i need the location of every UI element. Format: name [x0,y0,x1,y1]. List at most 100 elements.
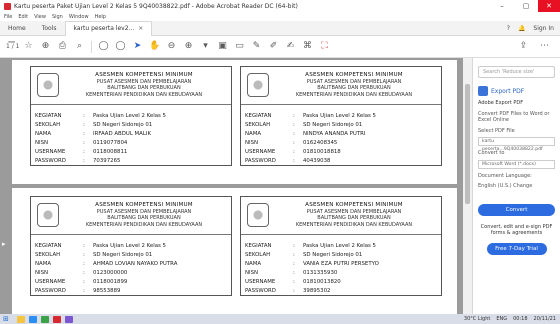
scrollbar-thumb[interactable] [465,84,470,204]
tools-search-input[interactable]: Search 'Reduce size' [478,66,555,78]
tut-wuri-logo-icon [37,203,59,227]
card-header-text: ASESMEN KOMPETENSI MINIMUM PUSAT ASESMEN… [61,202,227,228]
table-row: NAMA: NINDYA ANANDA PUTRI [241,129,441,138]
pdf-page: ASESMEN KOMPETENSI MINIMUM PUSAT ASESMEN… [12,188,457,314]
zoom-out-icon[interactable]: ⊖ [166,41,177,52]
selected-file-field[interactable]: kartu peserta...9Q40038822.pdf [478,137,555,152]
menu-view[interactable]: View [34,14,46,20]
file-explorer-icon[interactable] [17,315,25,323]
convert-button[interactable]: Convert [478,203,555,216]
table-row: PASSWORD:39895302 [241,286,441,295]
free-trial-button[interactable]: Free 7-Day Trial [486,242,547,255]
tab-home[interactable]: Home [0,25,34,32]
field-value: 0118001899 [93,278,128,285]
field-label: SEKOLAH [35,251,61,258]
app-icon[interactable] [65,315,73,323]
field-label: PASSWORD [35,157,66,164]
search-icon[interactable]: ⌕ [74,41,85,52]
menu-window[interactable]: Window [69,14,89,20]
tab-close-icon[interactable]: × [138,21,143,36]
table-row: KEGIATAN: Paska Ujian Level 2 Kelas 5 [241,241,441,250]
export-description: Convert PDF Files to Word or Excel Onlin… [478,110,550,124]
share-link-icon[interactable]: ⇪ [518,41,529,52]
expand-left-panel-icon[interactable]: ▸ [2,240,8,252]
participant-card: ASESMEN KOMPETENSI MINIMUM PUSAT ASESMEN… [240,66,442,166]
select-cursor-icon[interactable]: ➤ [132,41,143,52]
table-row: NISN:0119077804 [31,138,231,147]
stamp-icon[interactable]: ⛶ [319,41,330,52]
field-value: VANIA EZA PUTRI PERSETYO [303,260,379,267]
help-icon[interactable]: ? [507,25,510,32]
menu-help[interactable]: Help [95,14,106,20]
browser-icon[interactable] [29,315,37,323]
hand-tool-icon[interactable]: ✋ [149,41,160,52]
participant-card: ASESMEN KOMPETENSI MINIMUM PUSAT ASESMEN… [30,66,232,166]
windows-start-icon[interactable]: ⊞ [3,315,13,323]
tab-bar: Home Tools kartu peserta lev2... × ? 🔔 S… [0,20,560,36]
field-label: SEKOLAH [35,121,61,128]
menu-edit[interactable]: Edit [18,14,28,20]
minimize-button[interactable]: – [490,0,514,12]
table-row: NAMA: VANIA EZA PUTRI PERSETYO [241,259,441,268]
field-value: AHMAD LOVIAN NAYAKO PUTRA [93,260,178,267]
document-language-value[interactable]: English (U.S.) Change [478,183,555,190]
page-down-icon[interactable]: ◯ [115,41,126,52]
table-row: SEKOLAH: SD Negeri Sidorejo 01 [31,250,231,259]
more-icon[interactable]: ⋯ [539,41,550,52]
acrobat-taskbar-icon[interactable] [53,315,61,323]
card-header-text: ASESMEN KOMPETENSI MINIMUM PUSAT ASESMEN… [271,202,437,228]
tab-tools[interactable]: Tools [34,25,65,32]
field-value: 70397265 [93,157,121,164]
document-viewport[interactable]: ▸ ASESMEN KOMPETENSI MINIMUM PUSAT ASESM… [0,58,472,314]
zoom-in-icon[interactable]: ⊕ [183,41,194,52]
app-icon[interactable] [41,315,49,323]
field-value: SD Negeri Sidorejo 01 [93,121,153,128]
field-value: IRFAAD ABDUL MALIK [93,130,151,137]
card-header-text: ASESMEN KOMPETENSI MINIMUM PUSAT ASESMEN… [271,72,437,98]
convert-format-select[interactable]: Microsoft Word (*.docx) [478,159,555,169]
field-value: 98553889 [93,287,121,294]
vertical-scrollbar[interactable] [463,58,472,314]
table-row: USERNAME:01810013820 [241,277,441,286]
attach-icon[interactable]: ⌘ [302,41,313,52]
draw-icon[interactable]: ✐ [268,41,279,52]
card-subtitle-3: KEMENTERIAN PENDIDIKAN DAN KEBUDAYAAN [85,91,203,98]
clock-date[interactable]: 20/11/21 [534,316,556,322]
fit-page-icon[interactable]: ▣ [217,41,228,52]
tab-bar-right: ? 🔔 Sign In [507,25,560,32]
sign-icon[interactable]: ✍ [285,41,296,52]
menu-file[interactable]: File [4,14,12,20]
clock-time[interactable]: 00:18 [513,316,527,322]
field-label: SEKOLAH [245,251,271,258]
highlight-pen-icon[interactable]: ✎ [251,41,262,52]
table-row: NISN:0131335930 [241,268,441,277]
field-value: NINDYA ANANDA PUTRI [303,130,366,137]
sign-in-link[interactable]: Sign In [533,25,554,32]
comment-icon[interactable]: ▭ [234,41,245,52]
window-title: Kartu peserta Paket Ujian Level 2 Kelas … [14,2,298,10]
field-value: 0123000000 [93,269,128,276]
print-icon[interactable]: ⎙ [57,41,68,52]
share-icon[interactable]: ⊕ [40,41,51,52]
field-label: USERNAME [245,278,276,285]
bell-icon[interactable]: 🔔 [518,25,525,32]
export-pdf-header[interactable]: Export PDF [478,86,555,96]
field-value: 01810018818 [303,148,341,155]
page-up-icon[interactable]: ◯ [98,41,109,52]
bookmark-star-icon[interactable]: ☆ [23,41,34,52]
menu-sign[interactable]: Sign [52,14,63,20]
field-value: SD Negeri Sidorejo 01 [303,121,363,128]
field-value: Paska Ujian Level 2 Kelas 5 [93,242,166,249]
participant-card: ASESMEN KOMPETENSI MINIMUM PUSAT ASESMEN… [240,196,442,296]
title-bar: Kartu peserta Paket Ujian Level 2 Kelas … [0,0,560,12]
maximize-button[interactable]: ▢ [514,0,538,12]
page-indicator[interactable]: 1 / 1 [6,43,20,50]
close-button[interactable]: ✕ [538,0,560,12]
tab-document[interactable]: kartu peserta lev2... × [64,20,153,36]
zoom-dropdown-icon[interactable]: ▾ [200,41,211,52]
table-row: PASSWORD:40439038 [241,156,441,165]
weather-status[interactable]: 30°C Light [464,316,490,322]
field-label: NISN [35,269,49,276]
language-indicator[interactable]: ENG [496,316,507,322]
tut-wuri-logo-icon [247,73,269,97]
